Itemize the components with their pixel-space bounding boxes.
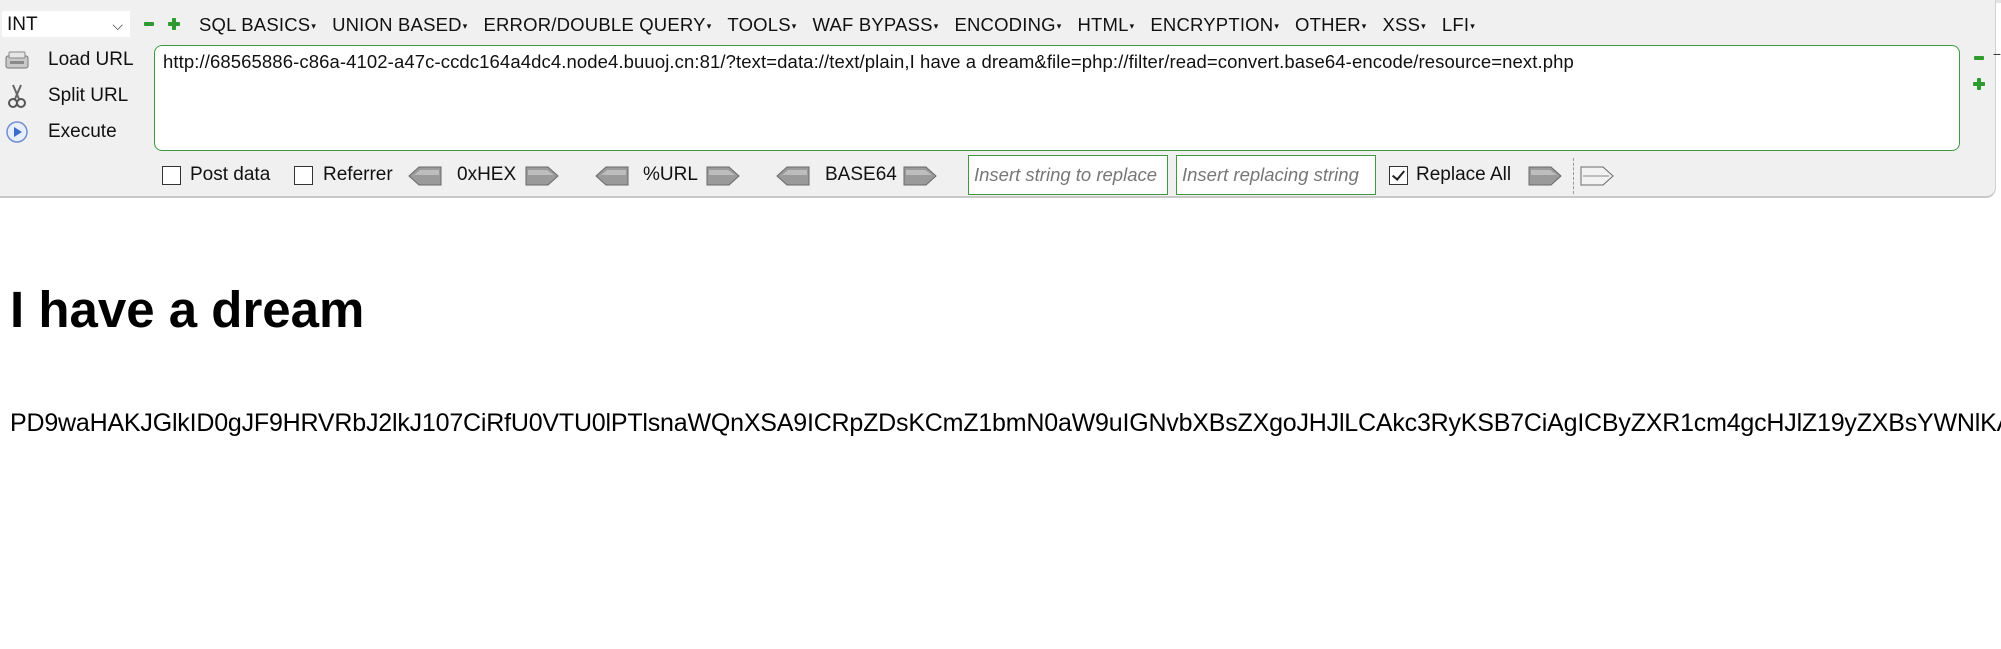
url-encode-label: %URL xyxy=(643,164,698,185)
arrow-left-icon[interactable] xyxy=(407,165,443,187)
base64-encode-label: BASE64 xyxy=(825,164,897,185)
arrow-left-icon[interactable] xyxy=(594,165,630,187)
arrow-right-icon[interactable] xyxy=(1579,165,1615,187)
menu-other[interactable]: OTHER▾ xyxy=(1295,14,1366,36)
menu-label: XSS xyxy=(1382,14,1421,35)
arrow-left-icon[interactable] xyxy=(775,165,811,187)
referrer-label: Referrer xyxy=(323,164,393,185)
replace-all-label: Replace All xyxy=(1416,164,1512,185)
arrow-right-icon[interactable] xyxy=(524,165,560,187)
caret-down-icon: ▾ xyxy=(706,20,712,31)
caret-down-icon: ▾ xyxy=(1274,20,1280,31)
arrow-right-icon[interactable] xyxy=(902,165,938,187)
caret-down-icon: ▾ xyxy=(311,20,317,31)
caret-down-icon: ▾ xyxy=(1056,20,1062,31)
caret-down-icon: ▾ xyxy=(1129,20,1135,31)
menu-encryption[interactable]: ENCRYPTION▾ xyxy=(1150,14,1279,36)
menu-xss[interactable]: XSS▾ xyxy=(1383,14,1426,36)
plus-icon[interactable] xyxy=(168,18,180,30)
find-string-input[interactable]: Insert string to replace xyxy=(968,155,1168,195)
menu-union-based[interactable]: UNION BASED▾ xyxy=(332,14,467,36)
options-row: Post data Referrer 0xHEX %URL BASE64 Ins… xyxy=(0,155,2001,195)
page-heading: I have a dream xyxy=(10,281,365,338)
split-url-button[interactable]: Split URL xyxy=(4,81,128,111)
menu-waf-bypass[interactable]: WAF BYPASS▾ xyxy=(813,14,939,36)
menu-label: ENCODING xyxy=(954,14,1056,35)
menu-label: SQL BASICS xyxy=(199,14,311,35)
play-icon xyxy=(4,119,30,145)
replace-string-input[interactable]: Insert replacing string xyxy=(1176,155,1376,195)
menu-bar: SQL BASICS▾ UNION BASED▾ ERROR/DOUBLE QU… xyxy=(199,12,1491,38)
referrer-checkbox[interactable] xyxy=(294,166,313,185)
injection-type-select[interactable]: INT ⌵ xyxy=(2,11,130,37)
hex-encode-label: 0xHEX xyxy=(457,164,517,185)
minus-icon[interactable] xyxy=(1973,51,1985,63)
caret-down-icon: ▾ xyxy=(1421,20,1426,31)
url-textarea[interactable]: http://68565886-c86a-4102-a47c-ccdc164a4… xyxy=(154,45,1960,151)
caret-down-icon: ▾ xyxy=(933,20,939,31)
menu-html[interactable]: HTML▾ xyxy=(1077,14,1134,36)
menu-lfi[interactable]: LFI▾ xyxy=(1442,14,1475,36)
menu-encoding[interactable]: ENCODING▾ xyxy=(954,14,1061,36)
load-url-icon xyxy=(4,47,30,73)
caret-down-icon: ▾ xyxy=(1361,20,1367,31)
caret-down-icon: ▾ xyxy=(1470,20,1475,31)
menu-label: UNION BASED xyxy=(332,14,462,35)
replace-all-checkbox[interactable] xyxy=(1389,166,1408,185)
plus-icon[interactable] xyxy=(1973,77,1985,90)
panel-edge-marker: − xyxy=(1992,46,2001,62)
injection-type-value: INT xyxy=(7,14,38,35)
hackbar-panel: INT ⌵ SQL BASICS▾ UNION BASED▾ ERROR/DOU… xyxy=(0,0,1996,198)
minus-icon[interactable] xyxy=(143,18,155,30)
scissors-icon xyxy=(4,83,30,109)
caret-down-icon: ▾ xyxy=(791,20,797,31)
post-data-checkbox[interactable] xyxy=(162,166,181,185)
menu-label: LFI xyxy=(1441,14,1470,35)
menu-label: ERROR/DOUBLE QUERY xyxy=(483,14,706,35)
arrow-right-icon[interactable] xyxy=(1527,165,1563,187)
split-url-label: Split URL xyxy=(48,85,129,106)
caret-down-icon: ▾ xyxy=(462,20,468,31)
menu-tools[interactable]: TOOLS▾ xyxy=(727,14,796,36)
post-data-label: Post data xyxy=(190,164,271,185)
execute-label: Execute xyxy=(48,121,117,142)
menu-label: TOOLS xyxy=(727,14,791,35)
arrow-right-icon[interactable] xyxy=(705,165,741,187)
menu-label: HTML xyxy=(1077,14,1129,35)
separator xyxy=(1573,158,1574,194)
menu-label: OTHER xyxy=(1295,14,1361,35)
menu-label: WAF BYPASS xyxy=(812,14,933,35)
load-url-label: Load URL xyxy=(48,49,134,70)
menu-sql-basics[interactable]: SQL BASICS▾ xyxy=(199,14,316,36)
execute-button[interactable]: Execute xyxy=(4,117,117,147)
chevron-down-icon: ⌵ xyxy=(112,17,123,33)
menu-label: ENCRYPTION xyxy=(1150,14,1274,35)
menu-error-double-query[interactable]: ERROR/DOUBLE QUERY▾ xyxy=(483,14,711,36)
base64-output-text: PD9waHAKJGlkID0gJF9HRVRbJ2lkJ107CiRfU0VT… xyxy=(10,409,2001,437)
load-url-button[interactable]: Load URL xyxy=(4,45,134,75)
